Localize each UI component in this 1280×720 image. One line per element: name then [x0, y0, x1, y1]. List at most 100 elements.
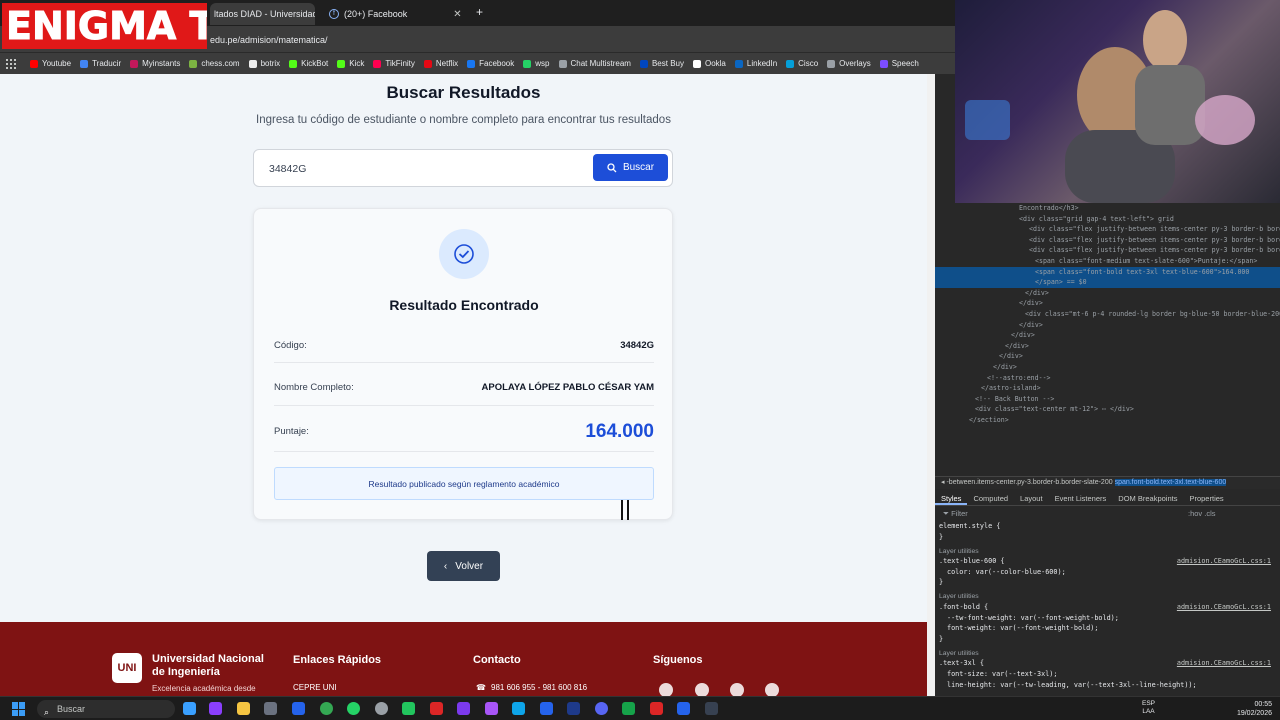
style-source-link[interactable]: admision.CEamoGcL.css:1	[1177, 602, 1271, 613]
tab-resultados[interactable]: ltados DIAD - Universidad✕	[210, 3, 315, 25]
tab-styles[interactable]: Styles	[935, 491, 968, 505]
calculator-icon[interactable]	[705, 702, 718, 715]
dom-line[interactable]: <!-- Back Button -->	[935, 394, 1280, 405]
taskbar-clock[interactable]: 00:55 19/02/2026	[1237, 700, 1272, 718]
tiktok-icon[interactable]	[765, 683, 779, 696]
styles-filter-input[interactable]: ⏷ Filter:hov .cls	[943, 509, 1216, 519]
dom-line[interactable]: <div class="mt-6 p-4 rounded-lg border b…	[935, 309, 1280, 320]
discord-icon[interactable]	[595, 702, 608, 715]
breadcrumb-item-active[interactable]: span.font-bold.text-3xl.text-blue-600	[1114, 479, 1227, 486]
app-icon[interactable]	[677, 702, 690, 715]
url-text[interactable]: edu.pe/admision/matematica/	[210, 35, 328, 45]
css-line[interactable]: .text-blue-600 {admision.CEamoGcL.css:1	[939, 556, 1279, 567]
bookmark-linkedin[interactable]: LinkedIn	[734, 59, 777, 68]
css-line[interactable]: line-height: var(--tw-leading, var(--tex…	[939, 680, 1279, 691]
bookmark-chess-com[interactable]: chess.com	[189, 59, 240, 68]
css-line[interactable]: element.style {	[939, 521, 1279, 532]
dom-line[interactable]: </div>	[935, 330, 1280, 341]
dom-line[interactable]: </div>	[935, 320, 1280, 331]
dom-line[interactable]: </div>	[935, 341, 1280, 352]
bookmark-netflix[interactable]: Netflix	[423, 59, 458, 68]
dom-line[interactable]: <div class="text-center mt-12"> ⋯ </div>	[935, 404, 1280, 415]
link-cepre[interactable]: CEPRE UNI	[293, 683, 337, 692]
page-scrollbar[interactable]	[927, 74, 935, 696]
bookmark-speech[interactable]: Speech	[879, 59, 919, 68]
dom-line[interactable]: </span> == $0	[935, 277, 1280, 288]
app-icon[interactable]	[567, 702, 580, 715]
tab-facebook[interactable]: f (20+) Facebook ✕	[325, 3, 470, 25]
bookmark-chat-multistream[interactable]: Chat Multistream	[558, 59, 631, 68]
css-line[interactable]: font-size: var(--text-3xl);	[939, 669, 1279, 680]
dom-line[interactable]: </div>	[935, 351, 1280, 362]
close-icon[interactable]: ✕	[453, 9, 461, 20]
bookmark-overlays[interactable]: Overlays	[827, 59, 871, 68]
app-icon[interactable]	[512, 702, 525, 715]
bookmark-traducir[interactable]: Traducir	[80, 59, 121, 68]
youtube-icon[interactable]	[730, 683, 744, 696]
whatsapp-icon[interactable]	[347, 702, 360, 715]
bookmark-kick[interactable]: Kick	[337, 59, 364, 68]
css-line[interactable]: .text-3xl {admision.CEamoGcL.css:1	[939, 658, 1279, 669]
apps-grid-icon[interactable]	[6, 58, 16, 69]
dom-line[interactable]: <div class="flex justify-between items-c…	[935, 235, 1280, 246]
bookmark-facebook[interactable]: Facebook	[467, 59, 514, 68]
app-icon[interactable]	[622, 702, 635, 715]
app-icon[interactable]	[485, 702, 498, 715]
facebook-icon[interactable]	[659, 683, 673, 696]
dom-line[interactable]: <div class="grid gap-4 text-left"> grid	[935, 214, 1280, 225]
css-line[interactable]: }	[939, 634, 1279, 645]
dom-line[interactable]: </astro-island>	[935, 383, 1280, 394]
bookmark-botrix[interactable]: botrix	[248, 59, 280, 68]
filter-tools[interactable]: :hov .cls	[1188, 509, 1216, 518]
folder-icon[interactable]	[237, 702, 250, 715]
bookmark-myinstants[interactable]: Myinstants	[130, 59, 180, 68]
app-icon[interactable]	[540, 702, 553, 715]
taskbar-search[interactable]: ⌕ Buscar	[37, 700, 175, 718]
dom-line[interactable]: </section>	[935, 415, 1280, 426]
app-icon[interactable]	[457, 702, 470, 715]
app-icon[interactable]	[209, 702, 222, 715]
style-source-link[interactable]: admision.CEamoGcL.css:1	[1177, 658, 1271, 669]
dom-line[interactable]: </div>	[935, 288, 1280, 299]
dom-line[interactable]: </div>	[935, 298, 1280, 309]
css-line[interactable]: --tw-font-weight: var(--font-weight-bold…	[939, 613, 1279, 624]
back-button[interactable]: ‹ Volver	[427, 551, 500, 581]
chrome-icon[interactable]	[320, 702, 333, 715]
tab-event-listeners[interactable]: Event Listeners	[1049, 491, 1113, 505]
bookmark-wsp[interactable]: wsp	[523, 59, 550, 68]
breadcrumb-item[interactable]: -between.items-center.py-3.border-b.bord…	[946, 479, 1112, 486]
style-source-link[interactable]: admision.CEamoGcL.css:1	[1177, 556, 1271, 567]
bookmark-best-buy[interactable]: Best Buy	[639, 59, 684, 68]
copilot-icon[interactable]	[183, 702, 196, 715]
search-input[interactable]: 34842G Buscar	[253, 149, 673, 187]
dom-line[interactable]: <span class="font-medium text-slate-600"…	[935, 256, 1280, 267]
app-icon[interactable]	[430, 702, 443, 715]
dom-line[interactable]: </div>	[935, 362, 1280, 373]
app-icon[interactable]	[650, 702, 663, 715]
dom-line[interactable]: <div class="flex justify-between items-c…	[935, 224, 1280, 235]
search-value[interactable]: 34842G	[269, 163, 306, 175]
dom-line[interactable]: <div class="flex justify-between items-c…	[935, 245, 1280, 256]
windows-start-icon[interactable]	[12, 702, 26, 716]
css-line[interactable]: }	[939, 532, 1279, 543]
tab-properties[interactable]: Properties	[1183, 491, 1229, 505]
keyboard-language[interactable]: ESP LAA	[1142, 700, 1155, 716]
dom-line[interactable]: <span class="font-bold text-3xl text-blu…	[935, 266, 1280, 278]
tab-dom-breakpoints[interactable]: DOM Breakpoints	[1112, 491, 1183, 505]
instagram-icon[interactable]	[695, 683, 709, 696]
dom-line[interactable]: Encontrado</h3>	[935, 203, 1280, 214]
search-button[interactable]: Buscar	[593, 154, 668, 181]
bookmark-kickbot[interactable]: KickBot	[289, 59, 328, 68]
settings-icon[interactable]	[264, 702, 277, 715]
photos-icon[interactable]	[292, 702, 305, 715]
bookmark-cisco[interactable]: Cisco	[786, 59, 818, 68]
bookmark-ookla[interactable]: Ookla	[692, 59, 726, 68]
new-tab-button[interactable]: +	[476, 5, 483, 19]
css-line[interactable]: .font-bold {admision.CEamoGcL.css:1	[939, 602, 1279, 613]
css-line[interactable]: color: var(--color-blue-600);	[939, 567, 1279, 578]
css-line[interactable]: }	[939, 577, 1279, 588]
bookmark-youtube[interactable]: Youtube	[30, 59, 71, 68]
css-line[interactable]: font-weight: var(--font-weight-bold);	[939, 623, 1279, 634]
bookmark-tikfinity[interactable]: TikFinity	[373, 59, 415, 68]
app-icon[interactable]	[375, 702, 388, 715]
